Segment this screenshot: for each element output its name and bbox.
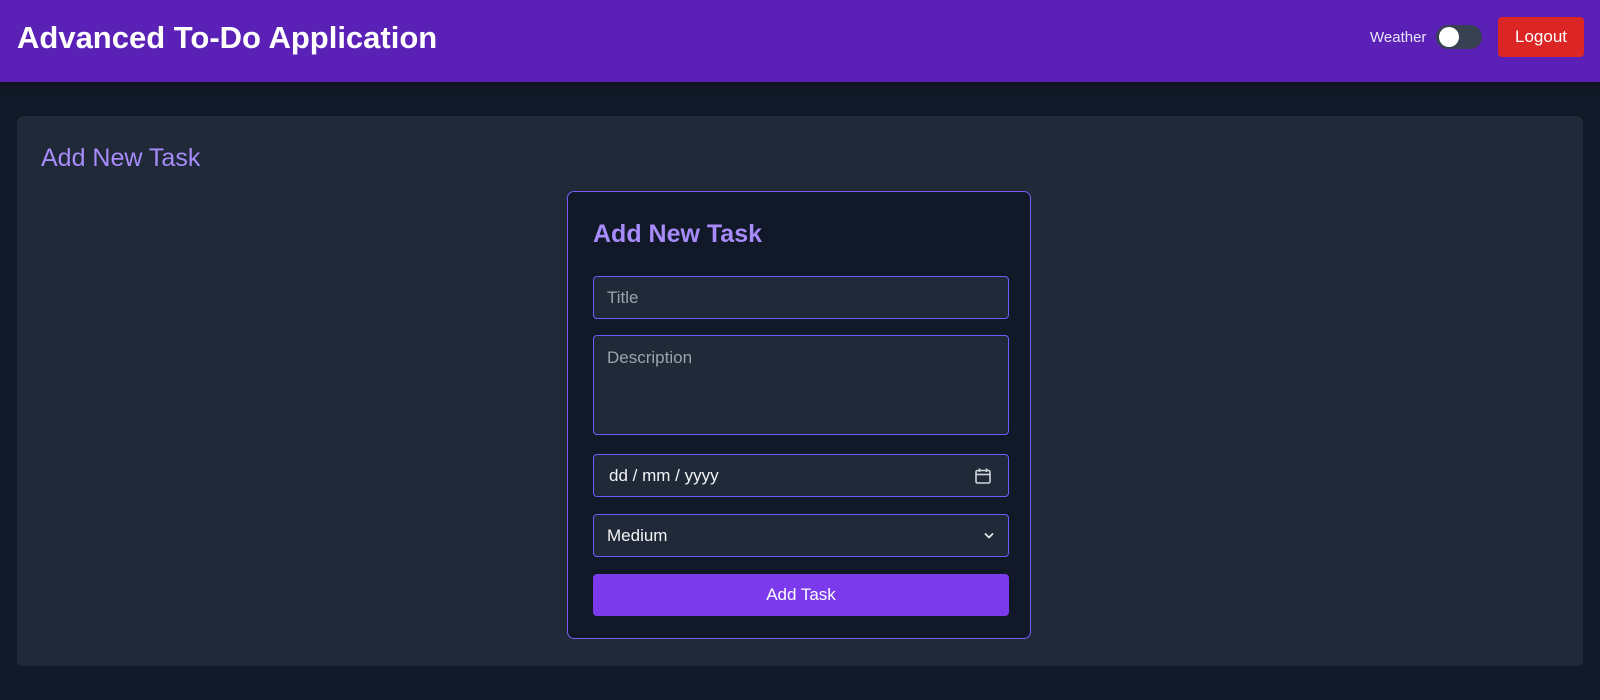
form-heading: Add New Task <box>593 220 763 248</box>
add-task-panel: Add New Task Add New Task dd / mm / yyyy… <box>17 116 1583 666</box>
logout-button[interactable]: Logout <box>1498 17 1584 57</box>
add-task-form: Add New Task dd / mm / yyyy Medium <box>567 191 1031 639</box>
add-task-button[interactable]: Add Task <box>593 574 1009 616</box>
app-header: Advanced To-Do Application Weather Logou… <box>0 0 1600 82</box>
app-title: Advanced To-Do Application <box>17 20 438 55</box>
priority-selected-value: Medium <box>607 525 668 545</box>
weather-label: Weather <box>1370 29 1427 46</box>
priority-select[interactable]: Medium <box>593 514 1009 557</box>
weather-toggle[interactable] <box>1436 25 1482 49</box>
chevron-down-icon <box>983 530 995 542</box>
description-input[interactable] <box>593 335 1009 435</box>
calendar-icon[interactable] <box>973 466 993 486</box>
date-placeholder: dd / mm / yyyy <box>609 465 719 485</box>
panel-heading: Add New Task <box>41 144 201 172</box>
toggle-knob <box>1439 27 1459 47</box>
due-date-input[interactable]: dd / mm / yyyy <box>593 454 1009 497</box>
title-input[interactable] <box>593 276 1009 319</box>
